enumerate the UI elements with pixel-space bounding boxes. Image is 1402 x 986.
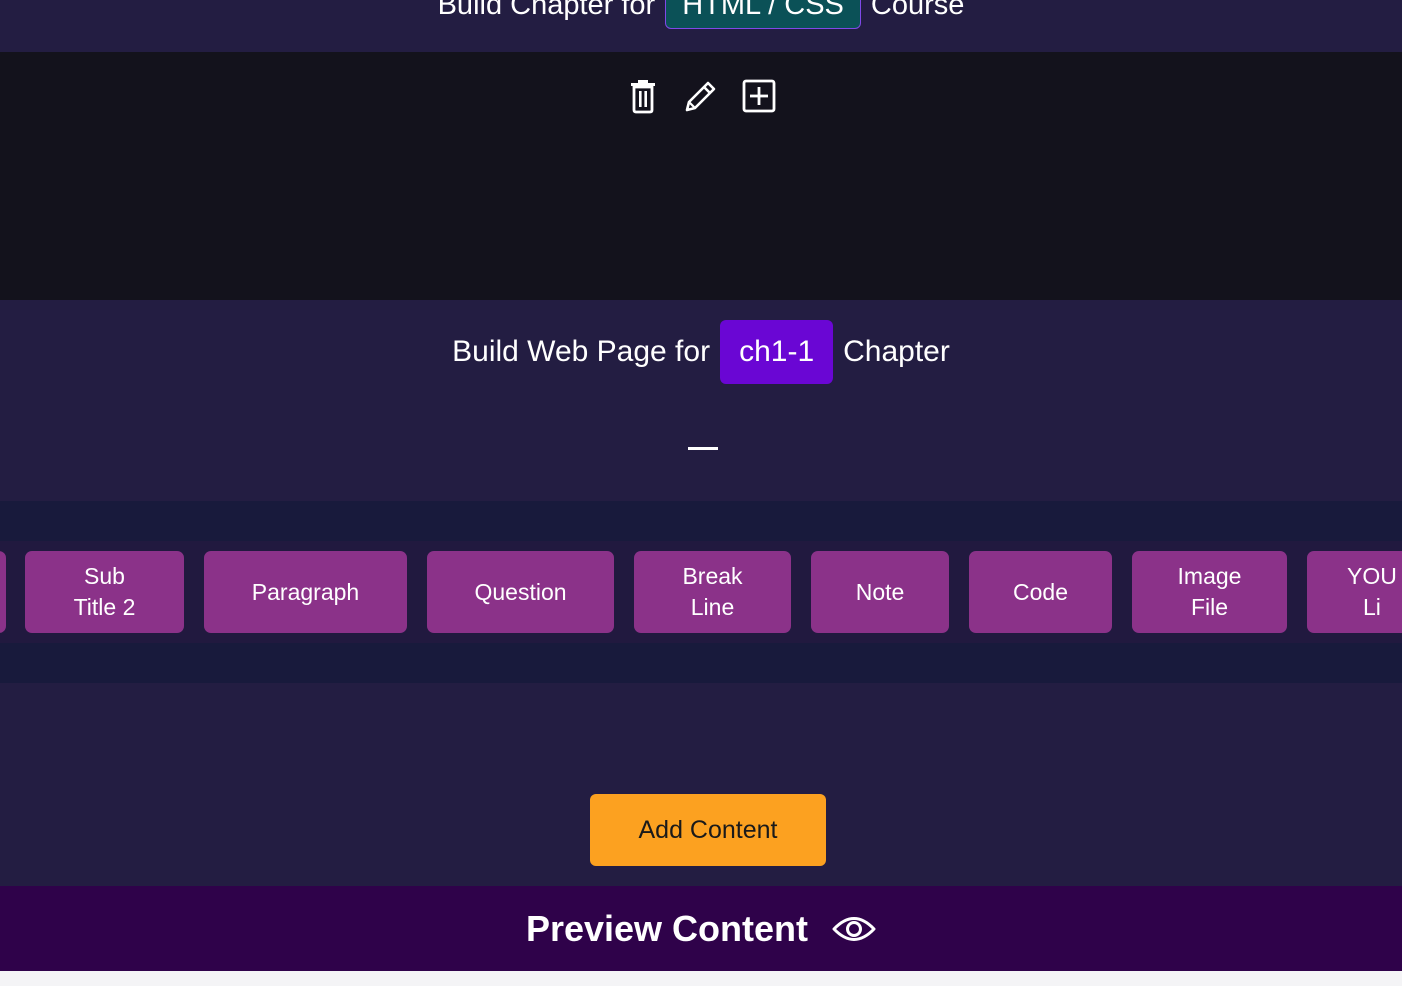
- course-badge: HTML / CSS: [665, 0, 861, 29]
- component-button-partial[interactable]: [0, 551, 6, 633]
- add-content-button[interactable]: Add Content: [590, 794, 826, 866]
- component-palette: Sub Title 2 Paragraph Question Break Lin…: [0, 501, 1402, 683]
- edit-button[interactable]: [683, 78, 719, 114]
- add-content-area: Add Content: [0, 683, 1402, 886]
- trash-icon: [631, 80, 655, 114]
- component-button-break-line[interactable]: Break Line: [634, 551, 791, 633]
- component-button-code[interactable]: Code: [969, 551, 1112, 633]
- chapter-action-panel: [0, 52, 1402, 300]
- page-builder-prefix: Build Web Page for: [452, 335, 711, 368]
- chapter-header-prefix: Build Chapter for: [437, 0, 656, 21]
- component-button-question[interactable]: Question: [427, 551, 614, 633]
- component-button-note[interactable]: Note: [811, 551, 949, 633]
- course-builder-page: Build Chapter for HTML / CSS Course Buil…: [0, 0, 1402, 986]
- page-builder-suffix: Chapter: [843, 335, 950, 368]
- pencil-icon: [685, 81, 716, 112]
- chapter-badge: ch1-1: [720, 320, 834, 384]
- page-builder-section: Build Web Page for ch1-1 Chapter: [0, 300, 1402, 501]
- component-strip[interactable]: Sub Title 2 Paragraph Question Break Lin…: [0, 541, 1402, 643]
- collapse-toggle[interactable]: [688, 447, 718, 450]
- preview-content-label: Preview Content: [525, 907, 809, 949]
- component-button-subtitle-2[interactable]: Sub Title 2: [25, 551, 184, 633]
- component-button-paragraph[interactable]: Paragraph: [204, 551, 407, 633]
- add-section-button[interactable]: [741, 78, 777, 114]
- component-button-image-file[interactable]: Image File: [1132, 551, 1287, 633]
- preview-content-bar[interactable]: Preview Content: [0, 886, 1402, 971]
- plus-square-icon: [742, 79, 776, 113]
- page-builder-title: Build Web Page for ch1-1 Chapter: [0, 320, 1402, 384]
- component-button-youtube-link[interactable]: YOU Li: [1307, 551, 1402, 633]
- delete-button[interactable]: [625, 78, 661, 114]
- chapter-header-title: Build Chapter for HTML / CSS Course: [0, 0, 1402, 29]
- chapter-action-icons: [0, 78, 1402, 114]
- chapter-header-suffix: Course: [870, 0, 965, 21]
- chapter-header: Build Chapter for HTML / CSS Course: [0, 0, 1402, 52]
- eye-icon: [832, 914, 876, 944]
